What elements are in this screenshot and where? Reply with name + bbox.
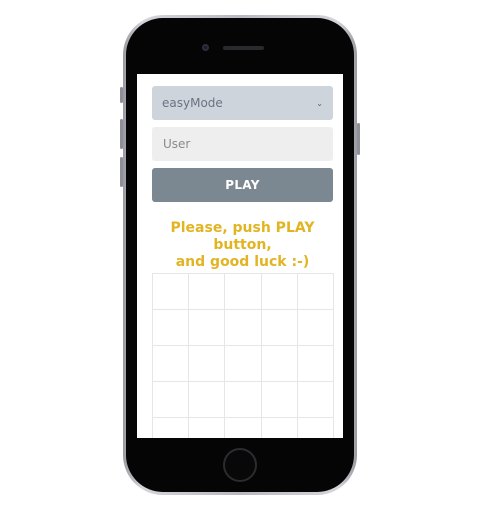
board-cell[interactable]: [225, 346, 262, 382]
board-cell[interactable]: [225, 382, 262, 418]
app-screen: easyMode ⌄ User PLAY Please, push PLAY b…: [137, 74, 343, 438]
board-cell[interactable]: [298, 418, 334, 438]
board-cell[interactable]: [153, 346, 190, 382]
game-mode-select[interactable]: easyMode ⌄: [152, 86, 333, 120]
board-cell[interactable]: [225, 274, 262, 310]
user-name-input[interactable]: User: [152, 127, 333, 161]
play-button[interactable]: PLAY: [152, 168, 333, 202]
board-cell[interactable]: [189, 310, 226, 346]
chevron-down-icon: ⌄: [316, 98, 323, 108]
silent-switch: [120, 87, 123, 103]
speaker-grille: [223, 46, 264, 50]
controls-panel: easyMode ⌄ User PLAY Please, push PLAY b…: [152, 86, 333, 271]
board-cell[interactable]: [261, 310, 298, 346]
board-cell[interactable]: [189, 382, 226, 418]
board-cell[interactable]: [225, 310, 262, 346]
board-cell[interactable]: [153, 418, 190, 438]
board-cell[interactable]: [189, 418, 226, 438]
board-cell[interactable]: [153, 382, 190, 418]
board-cell[interactable]: [189, 274, 226, 310]
board-cell[interactable]: [297, 274, 334, 310]
user-name-placeholder: User: [163, 137, 191, 151]
board-cell[interactable]: [261, 382, 298, 418]
phone-body: easyMode ⌄ User PLAY Please, push PLAY b…: [126, 18, 354, 492]
board-cell[interactable]: [261, 274, 298, 310]
status-message: Please, push PLAY button, and good luck …: [152, 220, 333, 271]
board-cell[interactable]: [297, 382, 334, 418]
board-cell[interactable]: [297, 346, 334, 382]
power-button: [357, 123, 360, 155]
board-cell[interactable]: [153, 310, 190, 346]
board-cell[interactable]: [297, 310, 334, 346]
play-button-label: PLAY: [225, 178, 260, 192]
game-board: [152, 273, 334, 438]
board-cell[interactable]: [189, 346, 226, 382]
volume-down-button: [120, 157, 123, 187]
status-message-line-2: and good luck :-): [175, 254, 310, 270]
camera-icon: [202, 44, 209, 51]
board-cell[interactable]: [261, 346, 298, 382]
board-cell[interactable]: [225, 418, 262, 438]
phone-frame: easyMode ⌄ User PLAY Please, push PLAY b…: [120, 15, 360, 495]
volume-up-button: [120, 119, 123, 149]
board-cell[interactable]: [262, 418, 298, 438]
status-message-line-1: Please, push PLAY button,: [170, 220, 315, 253]
game-mode-value: easyMode: [162, 96, 223, 110]
home-button: [223, 448, 257, 482]
board-cell[interactable]: [153, 274, 190, 310]
